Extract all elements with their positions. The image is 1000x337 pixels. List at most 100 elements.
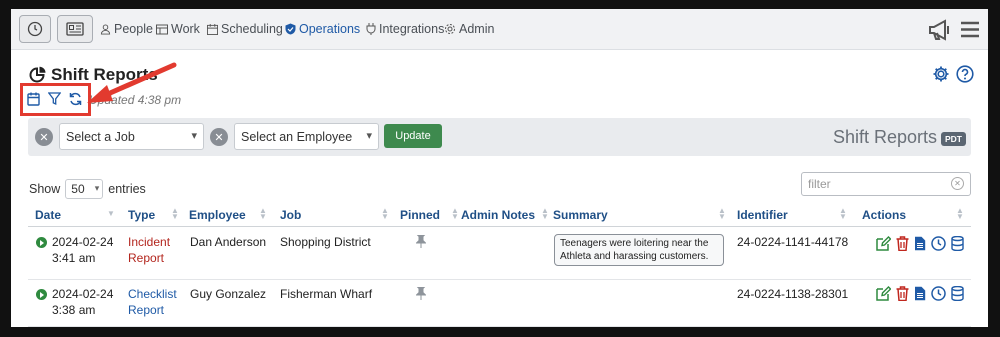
row-type[interactable]: Incident: [128, 234, 170, 250]
clock-icon: [931, 236, 946, 251]
row-time: 3:38 am: [52, 303, 96, 317]
nav-item-integrations[interactable]: Integrations: [366, 22, 444, 36]
history-button[interactable]: [931, 236, 946, 251]
row-employee: Dan Anderson: [190, 235, 267, 249]
column-header-summary[interactable]: Summary: [553, 208, 608, 222]
document-icon: [915, 236, 926, 251]
nav-item-operations[interactable]: Operations: [285, 22, 360, 36]
expand-row-icon[interactable]: [36, 289, 47, 300]
table-row[interactable]: 2024-02-24 3:38 am Checklist Report Guy …: [28, 280, 971, 327]
dashboard-icon: [27, 21, 43, 37]
document-icon: [915, 286, 926, 301]
data-button[interactable]: [951, 286, 964, 301]
edit-button[interactable]: [876, 236, 891, 251]
job-select[interactable]: Select a Job ▾: [59, 123, 204, 150]
employee-select[interactable]: Select an Employee ▾: [234, 123, 379, 150]
column-header-identifier[interactable]: Identifier: [737, 208, 788, 222]
column-header-admin-notes[interactable]: Admin Notes: [461, 208, 535, 222]
nav-label: Admin: [459, 22, 495, 36]
row-time: 3:41 am: [52, 251, 96, 265]
view-document-button[interactable]: [914, 236, 926, 251]
chevron-down-icon: ▾: [366, 130, 372, 142]
sort-icon: ▲ ▼: [259, 206, 267, 221]
table-header: Date ▼ Type ▲ ▼ Employee ▲ ▼ Job ▲ ▼ Pinned…: [28, 205, 971, 227]
close-icon: ✕: [214, 131, 224, 144]
pie-chart-icon: [29, 66, 46, 83]
nav-label: Scheduling: [221, 22, 283, 36]
row-identifier: 24-0224-1138-28301: [737, 287, 849, 301]
database-icon: [951, 286, 964, 301]
nav-item-work[interactable]: Work: [156, 22, 200, 36]
news-button[interactable]: [57, 15, 93, 43]
nav-item-scheduling[interactable]: Scheduling: [207, 22, 283, 36]
edit-icon: [876, 236, 891, 251]
column-header-employee[interactable]: Employee: [189, 208, 246, 222]
main-menu-button[interactable]: [960, 21, 980, 43]
pin-button[interactable]: [415, 235, 427, 252]
menu-icon: [961, 21, 979, 38]
view-document-button[interactable]: [914, 286, 926, 301]
row-job: Fisherman Wharf: [280, 287, 373, 301]
pin-button[interactable]: [415, 287, 427, 304]
row-actions: [876, 236, 964, 251]
plug-icon: [366, 23, 376, 35]
row-job: Shopping District: [280, 235, 371, 249]
column-header-type[interactable]: Type: [128, 208, 155, 222]
row-summary: Teenagers were loitering near the Athlet…: [554, 234, 724, 266]
nav-label: Integrations: [379, 22, 445, 36]
edit-button[interactable]: [876, 286, 891, 301]
clear-job-button[interactable]: ✕: [35, 128, 53, 146]
column-header-job[interactable]: Job: [280, 208, 301, 222]
entries-label: entries: [108, 182, 146, 196]
settings-button[interactable]: [932, 65, 950, 88]
clock-icon: [931, 286, 946, 301]
clear-employee-button[interactable]: ✕: [210, 128, 228, 146]
delete-button[interactable]: [896, 236, 909, 251]
column-header-pinned[interactable]: Pinned: [400, 208, 440, 222]
person-icon: [100, 23, 111, 35]
nav-label: Work: [171, 22, 200, 36]
nav-item-people[interactable]: People: [100, 22, 153, 36]
job-select-value: Select a Job: [66, 129, 135, 144]
timezone-badge: PDT: [941, 132, 966, 146]
sort-desc-icon: ▼: [107, 209, 115, 218]
help-icon: [956, 65, 974, 83]
expand-row-icon[interactable]: [36, 237, 47, 248]
row-type[interactable]: Report: [128, 250, 164, 266]
megaphone-icon: [929, 19, 949, 41]
column-header-date[interactable]: Date: [35, 208, 61, 222]
table-filter-input[interactable]: filter ✕: [801, 172, 971, 196]
table-row[interactable]: 2024-02-24 3:41 am Incident Report Dan A…: [28, 228, 971, 280]
database-icon: [951, 236, 964, 251]
section-label: Shift Reports: [832, 127, 937, 147]
employee-select-value: Select an Employee: [241, 129, 353, 144]
delete-icon: [896, 236, 909, 251]
row-type[interactable]: Report: [128, 302, 164, 318]
sort-icon: ▲ ▼: [171, 206, 179, 221]
chevron-down-icon: ▾: [94, 183, 100, 193]
sort-icon: ▲ ▼: [956, 206, 964, 221]
news-icon: [66, 22, 84, 36]
page-length-control: Show 50 ▾ entries: [29, 179, 146, 199]
row-actions: [876, 286, 964, 301]
column-header-actions[interactable]: Actions: [862, 208, 906, 222]
row-type[interactable]: Checklist: [128, 286, 177, 302]
announcements-button[interactable]: [928, 19, 952, 46]
row-identifier: 24-0224-1141-44178: [737, 235, 849, 249]
history-button[interactable]: [931, 286, 946, 301]
dashboard-button[interactable]: [19, 15, 51, 43]
entries-select[interactable]: 50 ▾: [65, 179, 104, 199]
data-button[interactable]: [951, 236, 964, 251]
top-navigation: People Work Scheduling Operations Integr…: [11, 9, 988, 50]
help-button[interactable]: [956, 65, 974, 88]
chevron-down-icon: ▾: [191, 130, 197, 142]
row-date: 2024-02-24: [52, 287, 114, 301]
row-date: 2024-02-24: [52, 235, 114, 249]
update-button[interactable]: Update: [384, 124, 442, 148]
delete-button[interactable]: [896, 286, 909, 301]
clear-filter-icon[interactable]: ✕: [951, 177, 964, 190]
gear-icon: [933, 66, 949, 82]
header-actions: [932, 65, 974, 88]
nav-item-admin[interactable]: Admin: [444, 22, 494, 36]
sort-icon: ▲ ▼: [451, 206, 459, 221]
